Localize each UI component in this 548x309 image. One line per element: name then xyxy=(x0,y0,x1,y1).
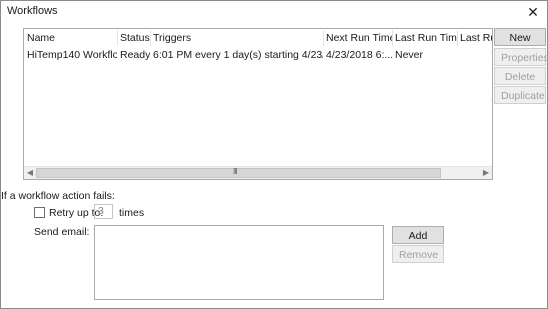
column-header-next-run-time[interactable]: Next Run Time xyxy=(326,32,392,44)
row-last-run-time: Never xyxy=(395,49,424,61)
column-divider[interactable] xyxy=(392,30,393,46)
column-header-last-run[interactable]: Last Rui xyxy=(460,32,492,44)
scroll-left-icon[interactable]: ◀ xyxy=(24,167,36,179)
workflow-list[interactable]: Name Status Triggers Next Run Time Last … xyxy=(23,28,493,180)
grip-icon: III xyxy=(233,167,238,176)
title-bar: Workflows ✕ xyxy=(1,1,547,23)
window-title: Workflows xyxy=(7,5,58,17)
column-divider[interactable] xyxy=(457,30,458,46)
column-divider[interactable] xyxy=(117,30,118,46)
row-next-run-time: 4/23/2018 6:... xyxy=(326,49,392,61)
scroll-right-icon[interactable]: ▶ xyxy=(480,167,492,179)
duplicate-button[interactable]: Duplicate xyxy=(494,86,546,104)
list-header: Name Status Triggers Next Run Time Last … xyxy=(24,30,492,46)
new-button[interactable]: New xyxy=(494,28,546,46)
column-header-last-run-time[interactable]: Last Run Time xyxy=(395,32,457,44)
table-row[interactable]: HiTemp140 Workflow Ready 6:01 PM every 1… xyxy=(24,47,492,63)
horizontal-scrollbar[interactable]: ◀ III ▶ xyxy=(24,166,492,179)
properties-button[interactable]: Properties xyxy=(494,48,548,66)
column-divider[interactable] xyxy=(323,30,324,46)
remove-button[interactable]: Remove xyxy=(392,245,444,263)
delete-button[interactable]: Delete xyxy=(494,67,546,85)
column-header-status[interactable]: Status xyxy=(120,32,150,44)
scroll-thumb[interactable]: III xyxy=(36,167,441,178)
close-icon[interactable]: ✕ xyxy=(523,2,543,22)
retry-count-input[interactable]: 3 xyxy=(94,204,113,219)
column-divider[interactable] xyxy=(150,30,151,46)
row-status: Ready xyxy=(120,49,150,61)
row-name: HiTemp140 Workflow xyxy=(27,49,117,61)
column-header-name[interactable]: Name xyxy=(27,32,117,44)
retry-checkbox[interactable] xyxy=(34,207,45,218)
add-button[interactable]: Add xyxy=(392,226,444,244)
failure-section-label: If a workflow action fails: xyxy=(1,190,115,202)
workflows-dialog: Workflows ✕ Name Status Triggers Next Ru… xyxy=(0,0,548,309)
send-email-label: Send email: xyxy=(34,226,90,238)
times-label: times xyxy=(119,207,145,219)
send-email-list[interactable] xyxy=(94,225,384,300)
row-triggers: 6:01 PM every 1 day(s) starting 4/23/201… xyxy=(153,49,323,61)
column-header-triggers[interactable]: Triggers xyxy=(153,32,323,44)
